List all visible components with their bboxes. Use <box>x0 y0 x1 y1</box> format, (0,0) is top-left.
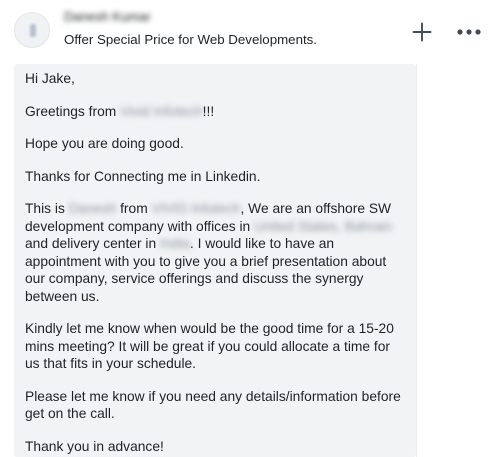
message-bubble: Hi Jake, Greetings from Vivid Infotech!!… <box>14 64 416 457</box>
greetings-prefix: Greetings from <box>25 103 121 119</box>
message-subject: Offer Special Price for Web Developments… <box>64 32 317 47</box>
greetings-suffix: !!! <box>202 103 215 119</box>
redacted-country: India <box>159 236 190 251</box>
message-hope-line: Hope you are doing good. <box>25 136 184 151</box>
message-meeting-paragraph: Kindly let me know when would be the goo… <box>25 321 394 371</box>
conversation-header: Danesh Kumar Offer Special Price for Web… <box>0 0 500 60</box>
redacted-intro-company: VIVID Infotech <box>151 201 241 216</box>
message-intro-paragraph: This is Danesh from VIVID Infotech, We a… <box>25 200 404 305</box>
message-thread-view: Danesh Kumar Offer Special Price for Web… <box>0 0 500 457</box>
redacted-company-name: Vivid Infotech <box>120 103 203 119</box>
more-horizontal-icon[interactable] <box>456 21 482 43</box>
avatar-image <box>30 24 36 37</box>
redacted-locations: United States, Bahrain <box>254 218 393 234</box>
intro-delivery: and delivery center in <box>25 236 160 251</box>
message-thanks-line: Thanks for Connecting me in Linkedin. <box>25 168 261 184</box>
message-greeting: Hi Jake, <box>25 71 75 86</box>
divider <box>416 64 417 457</box>
message-body: Hi Jake, Greetings from Vivid Infotech!!… <box>14 64 416 455</box>
sender-name[interactable]: Danesh Kumar <box>64 9 151 24</box>
message-details-paragraph: Please let me know if you need any detai… <box>25 388 401 422</box>
intro-from: from <box>116 201 152 216</box>
avatar[interactable] <box>14 12 50 48</box>
message-greetings-line: Greetings from Vivid Infotech!!! <box>25 103 404 121</box>
plus-icon[interactable] <box>410 20 434 44</box>
intro-this-is: This is <box>25 201 69 216</box>
redacted-person-name: Danesh <box>68 201 117 216</box>
message-signoff: Thank you in advance! <box>25 438 164 454</box>
